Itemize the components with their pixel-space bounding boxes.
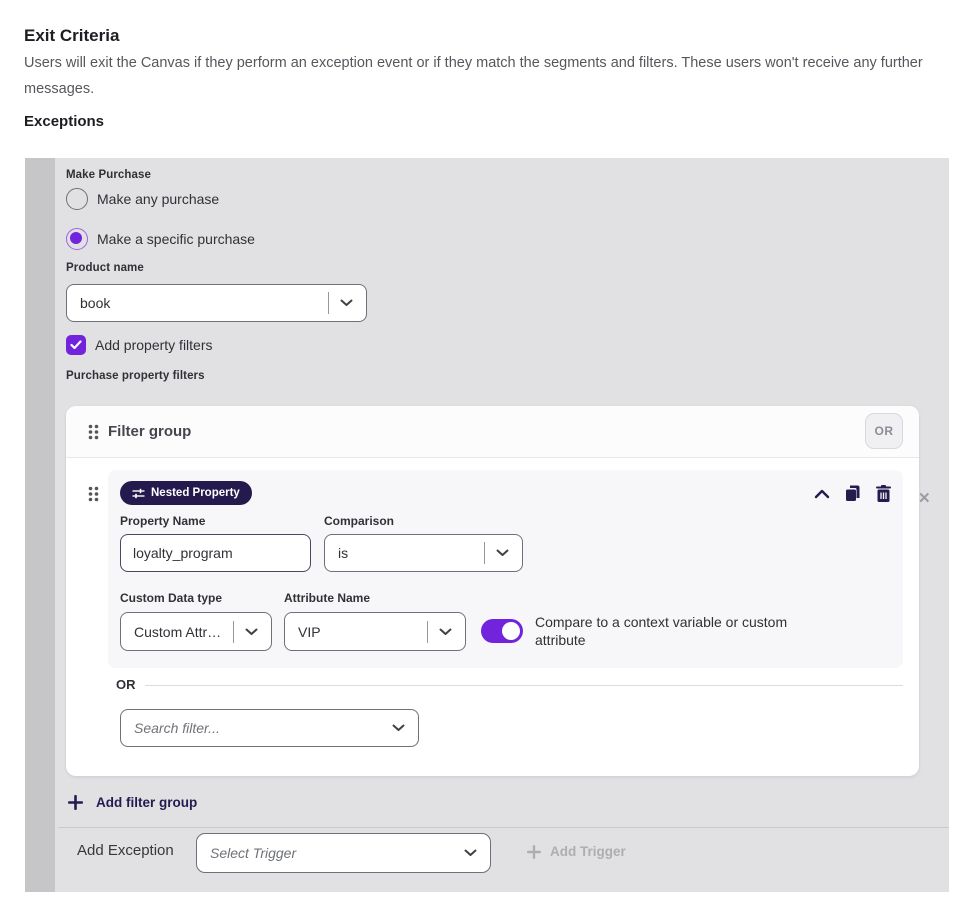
add-trigger-button[interactable]: Add Trigger <box>527 844 626 859</box>
filter-group-title: Filter group <box>108 423 191 440</box>
chevron-down-icon <box>245 628 258 636</box>
comparison-select-value: is <box>338 545 484 561</box>
chevron-down-icon <box>392 724 405 732</box>
collapse-chevron-up-icon[interactable] <box>814 489 830 499</box>
radio-make-any-purchase[interactable] <box>66 188 88 210</box>
purchase-property-filters-label: Purchase property filters <box>66 370 205 382</box>
radio-make-specific-purchase[interactable] <box>66 228 88 250</box>
comparison-label: Comparison <box>324 514 394 528</box>
compare-context-variable-label: Compare to a context variable or custom … <box>535 613 820 649</box>
add-trigger-label: Add Trigger <box>550 844 626 859</box>
product-name-label: Product name <box>66 262 144 274</box>
select-divider <box>233 621 234 643</box>
duplicate-icon[interactable] <box>845 485 861 502</box>
sliders-icon <box>132 488 145 499</box>
nested-property-badge: Nested Property <box>120 481 252 505</box>
add-property-filters-label[interactable]: Add property filters <box>95 337 213 353</box>
exception-left-strip <box>25 158 55 892</box>
add-property-filters-checkbox[interactable] <box>66 335 86 355</box>
property-name-input[interactable]: loyalty_program <box>120 534 311 572</box>
search-filter-placeholder: Search filter... <box>134 720 392 736</box>
product-name-select-value: book <box>80 295 328 311</box>
plus-icon <box>68 795 83 810</box>
attribute-name-label: Attribute Name <box>284 591 370 605</box>
chevron-down-icon <box>464 849 477 857</box>
select-divider <box>328 292 329 314</box>
add-filter-group-label: Add filter group <box>96 795 197 810</box>
attribute-name-select[interactable]: VIP <box>284 612 466 651</box>
product-name-select[interactable]: book <box>66 284 367 322</box>
radio-make-any-purchase-label[interactable]: Make any purchase <box>97 191 219 207</box>
custom-data-type-select[interactable]: Custom Attr… <box>120 612 272 651</box>
compare-context-variable-toggle[interactable] <box>481 619 523 643</box>
custom-data-type-select-value: Custom Attr… <box>134 624 233 640</box>
search-filter-select[interactable]: Search filter... <box>120 709 419 747</box>
or-connector-label: OR <box>116 677 136 692</box>
event-label: Make Purchase <box>66 169 151 181</box>
comparison-select[interactable]: is <box>324 534 523 572</box>
filter-group-or-badge[interactable]: OR <box>865 413 903 449</box>
attribute-name-select-value: VIP <box>298 624 427 640</box>
nested-property-badge-label: Nested Property <box>151 487 240 499</box>
select-divider <box>484 542 485 564</box>
plus-icon <box>527 845 541 859</box>
custom-data-type-label: Custom Data type <box>120 591 222 605</box>
select-trigger-placeholder: Select Trigger <box>210 845 464 861</box>
toggle-knob <box>502 622 520 640</box>
chevron-down-icon <box>439 628 452 636</box>
select-divider <box>427 621 428 643</box>
property-name-label: Property Name <box>120 514 205 528</box>
trash-icon[interactable] <box>876 485 891 502</box>
nested-property-panel: Nested Property Property Name Co <box>108 470 903 668</box>
chevron-down-icon <box>496 549 509 557</box>
filter-group-card: Filter group OR Nested Property <box>66 406 919 776</box>
nested-drag-handle-icon[interactable] <box>88 486 99 502</box>
exceptions-heading: Exceptions <box>24 113 104 130</box>
select-trigger-dropdown[interactable]: Select Trigger <box>196 833 491 873</box>
exception-panel: Make Purchase Make any purchase Make a s… <box>25 158 949 892</box>
drag-handle-icon[interactable] <box>88 424 99 440</box>
footer-divider <box>58 827 949 828</box>
property-name-input-value: loyalty_program <box>133 545 233 561</box>
add-exception-label: Add Exception <box>77 842 174 859</box>
or-connector-line <box>145 685 903 686</box>
chevron-down-icon <box>340 299 353 307</box>
page-description: Users will exit the Canvas if they perfo… <box>24 50 948 102</box>
check-icon <box>70 340 82 350</box>
page-title: Exit Criteria <box>24 26 119 46</box>
add-filter-group-button[interactable]: Add filter group <box>68 795 197 810</box>
radio-make-specific-purchase-label[interactable]: Make a specific purchase <box>97 231 255 247</box>
filter-group-header: Filter group OR <box>66 406 919 458</box>
remove-exception-icon[interactable]: ✕ <box>918 489 931 507</box>
